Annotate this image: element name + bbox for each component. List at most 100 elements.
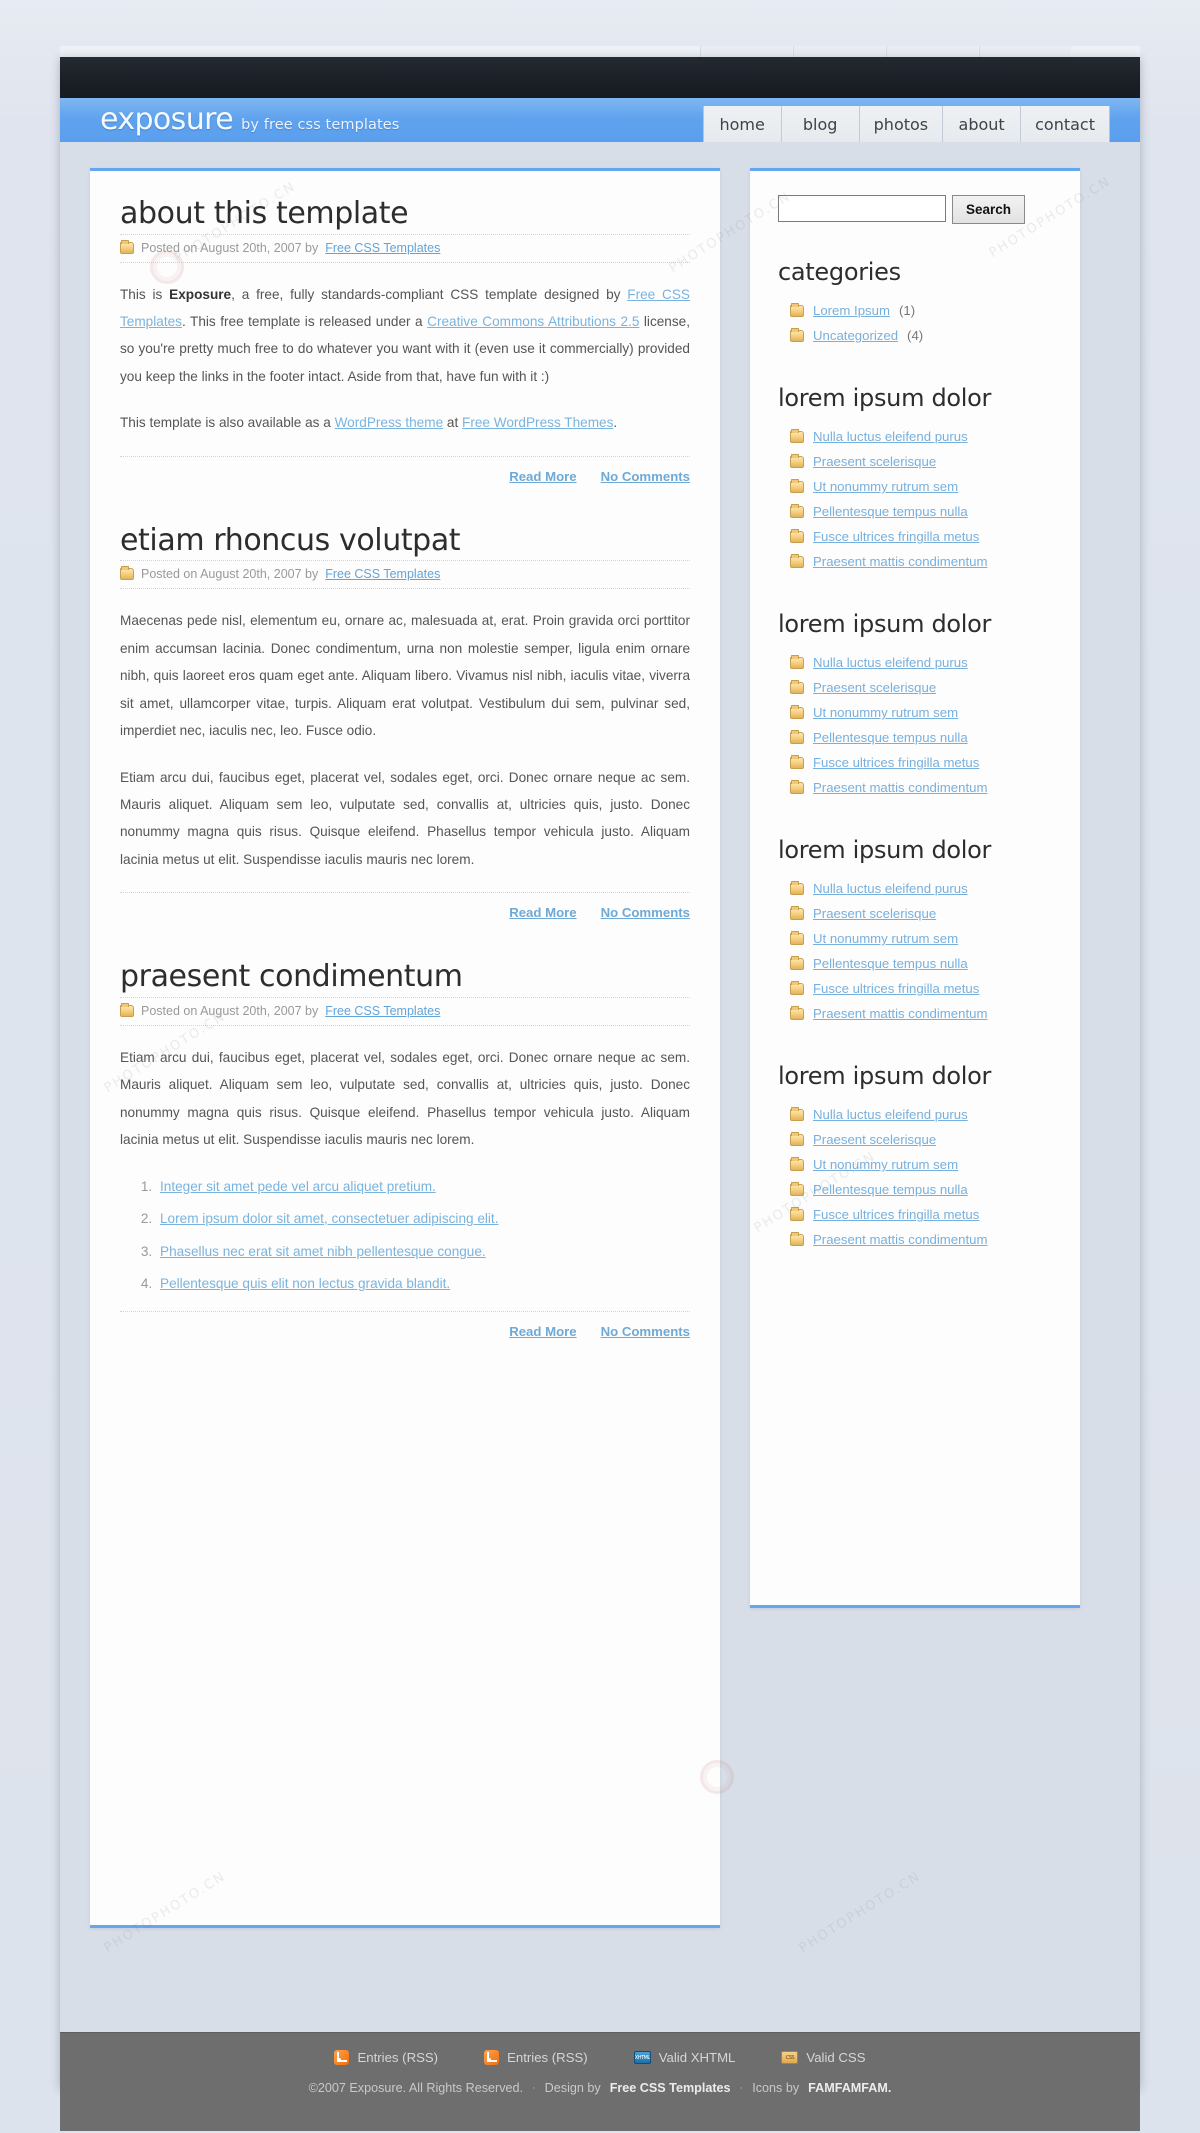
sidebar-heading: lorem ipsum dolor [778, 1062, 992, 1090]
sidebar-link[interactable]: Fusce ultrices fringilla metus [813, 755, 979, 770]
sidebar-link[interactable]: Pellentesque tempus nulla [813, 504, 968, 519]
sidebar-list-item: Praesent mattis condimentum [776, 775, 1054, 800]
post-author-link[interactable]: Free CSS Templates [325, 1004, 440, 1018]
sidebar-list-item: Pellentesque tempus nulla [776, 1177, 1054, 1202]
list-item-link[interactable]: Pellentesque quis elit non lectus gravid… [160, 1276, 450, 1291]
nav-item-about[interactable]: about [943, 106, 1022, 142]
nav-item-contact[interactable]: contact [1021, 106, 1109, 142]
category-link[interactable]: Lorem Ipsum [813, 303, 890, 318]
list-item-link[interactable]: Lorem ipsum dolor sit amet, consectetuer… [160, 1211, 499, 1226]
folder-icon [790, 980, 804, 995]
folder-icon [790, 428, 804, 443]
sidebar-list-item: Ut nonummy rutrum sem [776, 474, 1054, 499]
sidebar-link[interactable]: Ut nonummy rutrum sem [813, 1157, 958, 1172]
sidebar-link[interactable]: Praesent scelerisque [813, 906, 936, 921]
category-link[interactable]: Uncategorized [813, 328, 898, 343]
read-more-link[interactable]: Read More [509, 469, 576, 484]
footer-link[interactable]: Entries (RSS) [484, 2050, 588, 2065]
nav-item-blog[interactable]: blog [781, 106, 860, 142]
sidebar-link[interactable]: Fusce ultrices fringilla metus [813, 1207, 979, 1222]
inline-link[interactable]: WordPress theme [335, 415, 444, 430]
sidebar-heading: lorem ipsum dolor [778, 610, 992, 638]
list-item: Pellentesque quis elit non lectus gravid… [156, 1270, 690, 1297]
footer-link[interactable]: CSS Valid CSS [781, 2050, 866, 2065]
folder-icon [790, 1131, 804, 1146]
sidebar-list-item: Pellentesque tempus nulla [776, 499, 1054, 524]
search-button[interactable]: Search [952, 195, 1026, 224]
folder-icon [790, 704, 804, 719]
site-logo[interactable]: exposure by free css templates [100, 105, 399, 135]
footer-link[interactable]: Entries (RSS) [334, 2050, 438, 2065]
brand-tagline: by free css templates [241, 117, 400, 133]
sidebar-link[interactable]: Pellentesque tempus nulla [813, 1182, 968, 1197]
sidebar-link-list: Nulla luctus eleifend purus Praesent scel… [776, 424, 1054, 574]
sidebar-column: Search categories Lorem Ipsum (1) Uncategor… [750, 168, 1080, 1608]
sidebar-list-item: Praesent mattis condimentum [776, 1227, 1054, 1252]
sidebar-link[interactable]: Fusce ultrices fringilla metus [813, 981, 979, 996]
sidebar-link[interactable]: Praesent mattis condimentum [813, 1006, 987, 1021]
footer-link[interactable]: XHTML Valid XHTML [633, 2050, 735, 2065]
icons-by-link[interactable]: FAMFAMFAM. [808, 2081, 891, 2095]
list-item-link[interactable]: Integer sit amet pede vel arcu aliquet p… [160, 1179, 436, 1194]
blog-post: about this template Posted on August 20th… [120, 196, 690, 484]
category-item: Lorem Ipsum (1) [776, 298, 1054, 323]
comments-link[interactable]: No Comments [601, 905, 690, 920]
sidebar-list-item: Ut nonummy rutrum sem [776, 700, 1054, 725]
sidebar-list-item: Ut nonummy rutrum sem [776, 1152, 1054, 1177]
post-list: Integer sit amet pede vel arcu aliquet p… [120, 1173, 690, 1298]
folder-icon [790, 528, 804, 543]
post-paragraph: Etiam arcu dui, faucibus eget, placerat … [120, 1049, 690, 1148]
sidebar-link[interactable]: Pellentesque tempus nulla [813, 956, 968, 971]
sidebar-list-item: Fusce ultrices fringilla metus [776, 976, 1054, 1001]
sidebar-heading: lorem ipsum dolor [778, 836, 992, 864]
xhtml-badge-icon: XHTML [633, 2051, 651, 2064]
comments-link[interactable]: No Comments [601, 469, 690, 484]
sidebar-list-item: Nulla luctus eleifend purus [776, 424, 1054, 449]
sidebar-list-item: Fusce ultrices fringilla metus [776, 524, 1054, 549]
sidebar-list-item: Praesent scelerisque [776, 449, 1054, 474]
sidebar-link[interactable]: Fusce ultrices fringilla metus [813, 529, 979, 544]
nav-item-photos[interactable]: photos [859, 106, 944, 142]
page-body: about this template Posted on August 20th… [60, 142, 1140, 2032]
sidebar-link[interactable]: Praesent scelerisque [813, 454, 936, 469]
footer-link-label: Entries (RSS) [357, 2050, 439, 2065]
category-count: (4) [907, 328, 924, 343]
sidebar-link[interactable]: Praesent scelerisque [813, 680, 936, 695]
read-more-link[interactable]: Read More [509, 905, 576, 920]
read-more-link[interactable]: Read More [509, 1324, 576, 1339]
sidebar-list-item: Ut nonummy rutrum sem [776, 926, 1054, 951]
sidebar-link[interactable]: Praesent mattis condimentum [813, 554, 987, 569]
inline-link[interactable]: Free WordPress Themes [462, 415, 613, 430]
sidebar-link[interactable]: Ut nonummy rutrum sem [813, 479, 958, 494]
sidebar-block-links: lorem ipsum dolor Nulla luctus eleifend p… [776, 1062, 1054, 1252]
post-author-link[interactable]: Free CSS Templates [325, 567, 440, 581]
folder-icon [790, 453, 804, 468]
sidebar-link[interactable]: Ut nonummy rutrum sem [813, 931, 958, 946]
sidebar-link[interactable]: Ut nonummy rutrum sem [813, 705, 958, 720]
design-by-link[interactable]: Free CSS Templates [610, 2081, 731, 2095]
sidebar-link[interactable]: Nulla luctus eleifend purus [813, 655, 968, 670]
sidebar-link[interactable]: Nulla luctus eleifend purus [813, 429, 968, 444]
sidebar-list-item: Praesent scelerisque [776, 675, 1054, 700]
search-input[interactable] [778, 195, 946, 222]
blog-post: etiam rhoncus volutpat Posted on August 2… [120, 523, 690, 920]
sidebar-link[interactable]: Praesent mattis condimentum [813, 1232, 987, 1247]
design-prefix: Design by [544, 2081, 601, 2095]
nav-item-home[interactable]: home [703, 106, 782, 142]
sidebar-link[interactable]: Nulla luctus eleifend purus [813, 881, 968, 896]
post-paragraph: Maecenas pede nisl, elementum eu, ornare… [120, 613, 690, 739]
folder-icon [790, 1206, 804, 1221]
post-author-link[interactable]: Free CSS Templates [325, 241, 440, 255]
rss-icon [334, 2050, 350, 2065]
sidebar-link[interactable]: Praesent mattis condimentum [813, 780, 987, 795]
folder-icon [790, 679, 804, 694]
category-item: Uncategorized (4) [776, 323, 1054, 348]
sidebar-link[interactable]: Nulla luctus eleifend purus [813, 1107, 968, 1122]
sidebar-link[interactable]: Praesent scelerisque [813, 1132, 936, 1147]
sidebar-link[interactable]: Pellentesque tempus nulla [813, 730, 968, 745]
sidebar-list-item: Nulla luctus eleifend purus [776, 1102, 1054, 1127]
footer-link-label: Valid CSS [806, 2050, 866, 2065]
list-item-link[interactable]: Phasellus nec erat sit amet nibh pellent… [160, 1244, 486, 1259]
inline-link[interactable]: Creative Commons Attributions 2.5 [427, 314, 639, 329]
comments-link[interactable]: No Comments [601, 1324, 690, 1339]
